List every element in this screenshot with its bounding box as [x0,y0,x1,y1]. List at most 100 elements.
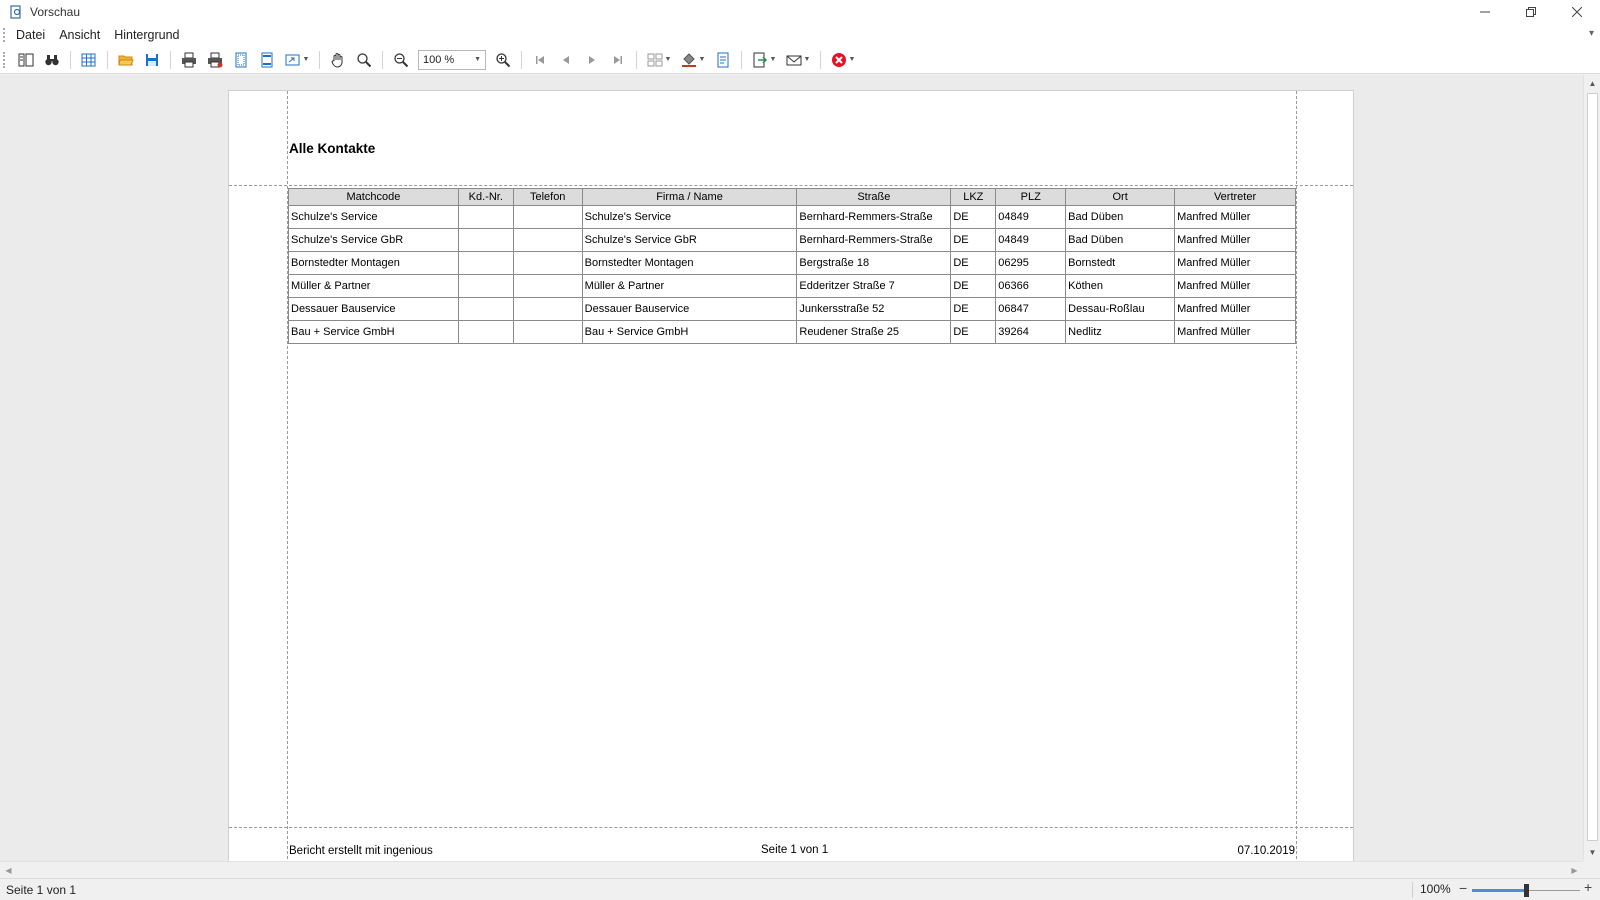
send-email-button[interactable]: ▼ [783,49,813,71]
table-row: Schulze's Service Schulze's Service Bern… [288,205,1296,229]
menu-hintergrund[interactable]: Hintergrund [107,24,186,46]
column-header-vertreter: Vertreter [1174,188,1296,206]
export-button[interactable]: ▼ [749,49,779,71]
cell-strasse: Reudener Straße 25 [796,320,952,344]
cell-strasse: Bernhard-Remmers-Straße [796,228,952,252]
cell-plz: 04849 [995,205,1067,229]
cell-telefon [512,320,583,344]
scroll-up-arrow-icon[interactable]: ▲ [1584,75,1600,92]
first-page-button[interactable] [529,49,551,71]
preview-app-icon [8,4,24,20]
scale-button[interactable]: ▼ [282,49,312,71]
cell-kdnr [457,251,514,275]
vertical-scroll-thumb[interactable] [1587,93,1598,841]
zoom-combobox[interactable]: 100 % ▼ [418,49,486,70]
cell-firma: Schulze's Service GbR [581,228,798,252]
zoom-plus-button[interactable]: + [1584,879,1592,895]
minimize-button[interactable] [1462,0,1508,24]
previous-page-button[interactable] [555,49,577,71]
restore-button[interactable] [1508,0,1554,24]
toolbar-grip[interactable] [3,51,7,68]
zoom-combobox-value: 100 % [423,53,455,66]
cell-firma: Bau + Service GmbH [581,320,798,344]
page-setup-button[interactable] [230,49,252,71]
cell-matchcode: Bornstedter Montagen [288,251,459,275]
envelope-icon [786,55,802,65]
menu-ansicht[interactable]: Ansicht [52,24,107,46]
background-color-button[interactable]: ▼ [678,49,708,71]
scroll-right-arrow-icon[interactable]: ▶ [1566,862,1583,879]
zoom-slider[interactable] [1472,884,1580,897]
column-header-ort: Ort [1065,188,1176,206]
horizontal-scrollbar[interactable]: ◀ ▶ [0,861,1583,878]
cell-lkz: DE [950,297,997,321]
cell-ort: Köthen [1065,274,1176,298]
column-header-telefon: Telefon [512,188,583,206]
toolbar: ▼ 100 % ▼ ▼ ▼ ▼ ▼ ▼ [0,46,1600,74]
cell-ort: Bornstedt [1065,251,1176,275]
page-status-text: Seite 1 von 1 [6,882,77,897]
cell-firma: Schulze's Service [581,205,798,229]
cell-vertreter: Manfred Müller [1174,274,1296,298]
cell-lkz: DE [950,228,997,252]
next-page-icon [589,55,595,64]
magnifier-button[interactable] [353,49,375,71]
cell-matchcode: Bau + Service GmbH [288,320,459,344]
zoom-slider-fill [1472,889,1526,892]
chevron-down-icon: ▼ [769,56,777,63]
next-page-button[interactable] [581,49,603,71]
cell-lkz: DE [950,251,997,275]
open-folder-icon [118,55,134,65]
chevron-down-icon[interactable]: ▾ [1589,28,1594,39]
margin-guide-right [1296,91,1297,861]
cell-strasse: Edderitzer Straße 7 [796,274,952,298]
cell-plz: 06295 [995,251,1067,275]
toolbar-separator [70,50,71,69]
open-button[interactable] [115,49,137,71]
zoom-slider-thumb[interactable] [1524,884,1529,897]
quick-print-button[interactable] [204,49,226,71]
menu-datei[interactable]: Datei [9,24,52,46]
print-button[interactable] [178,49,200,71]
cell-matchcode: Dessauer Bauservice [288,297,459,321]
save-button[interactable] [141,49,163,71]
preview-area[interactable]: Alle Kontakte Matchcode Kd.-Nr. Telefon … [0,75,1583,861]
header-footer-button[interactable] [256,49,278,71]
parameters-button[interactable] [78,49,100,71]
last-page-button[interactable] [607,49,629,71]
close-preview-button[interactable]: ▼ [828,49,858,71]
zoom-in-button[interactable] [492,49,514,71]
chevron-down-icon: ▼ [664,56,672,63]
scale-icon [285,54,300,65]
scroll-down-arrow-icon[interactable]: ▼ [1584,844,1600,861]
close-window-button[interactable] [1554,0,1600,24]
cell-lkz: DE [950,205,997,229]
chevron-down-icon[interactable]: ▼ [474,56,481,63]
last-page-icon [614,55,622,64]
toolbar-separator [820,50,821,69]
footer-band-guide [229,827,1353,828]
column-header-matchcode: Matchcode [288,188,459,206]
table-row: Bau + Service GmbH Bau + Service GmbH Re… [288,320,1296,344]
zoom-minus-button[interactable]: − [1459,880,1467,896]
watermark-button[interactable] [712,49,734,71]
table-row: Bornstedter Montagen Bornstedter Montage… [288,251,1296,275]
cell-telefon [512,251,583,275]
status-bar: Seite 1 von 1 100% − + [0,878,1600,900]
first-page-icon [536,55,544,64]
scroll-left-arrow-icon[interactable]: ◀ [0,862,17,879]
watermark-icon [717,52,729,67]
hand-tool-button[interactable] [327,49,349,71]
vertical-scrollbar[interactable]: ▲ ▼ [1583,75,1600,861]
cell-ort: Nedlitz [1065,320,1176,344]
toolbar-separator [521,50,522,69]
zoom-out-icon [394,52,409,67]
multiple-pages-button[interactable]: ▼ [644,49,674,71]
thumbnails-button[interactable] [15,49,37,71]
find-button[interactable] [41,49,63,71]
restore-icon [1526,7,1536,17]
zoom-out-button[interactable] [390,49,412,71]
cell-matchcode: Schulze's Service [288,205,459,229]
toolbar-separator [319,50,320,69]
cell-kdnr [457,205,514,229]
